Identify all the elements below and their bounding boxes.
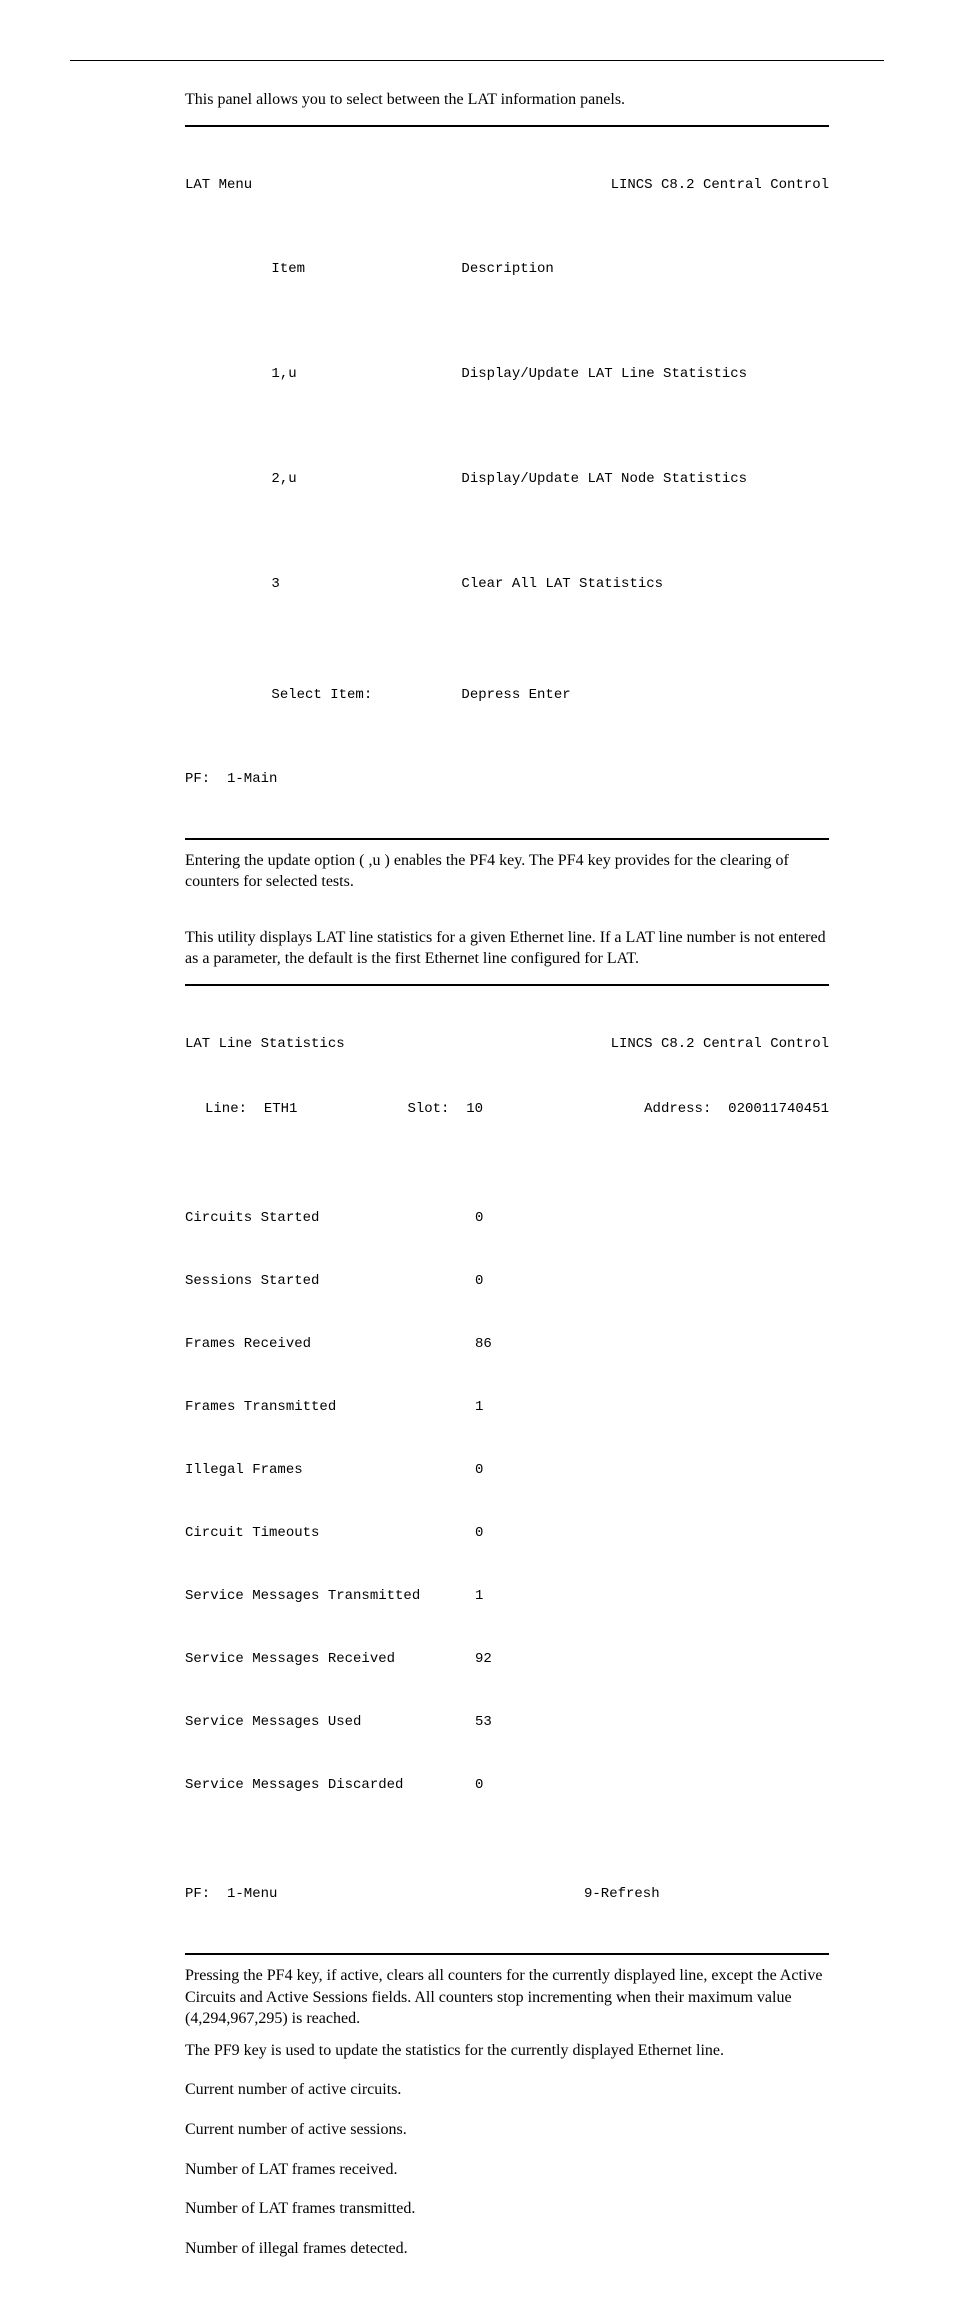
stat-row-3: Frames Transmitted1: [185, 1397, 829, 1418]
stat-row-8: Service Messages Used53: [185, 1712, 829, 1733]
stat-value-8: 53: [475, 1712, 555, 1733]
panel1-item-0: 1,u: [271, 364, 461, 385]
panel1-title-left: LAT Menu: [185, 175, 252, 196]
panel2-title-left: LAT Line Statistics: [185, 1034, 345, 1055]
definition-2: Number of LAT frames received.: [185, 2159, 829, 2181]
panel1-head-desc: Description: [461, 261, 553, 277]
panel1-row-0: 1,uDisplay/Update LAT Line Statistics: [185, 343, 829, 406]
stat-value-5: 0: [475, 1523, 555, 1544]
stat-row-0: Circuits Started0: [185, 1208, 829, 1229]
stat-value-2: 86: [475, 1334, 555, 1355]
stat-label-7: Service Messages Received: [185, 1649, 475, 1670]
panel1-title-right: LINCS C8.2 Central Control: [611, 175, 829, 196]
panel2-addr-value: 020011740451: [728, 1101, 829, 1117]
panel2-title-right: LINCS C8.2 Central Control: [611, 1034, 829, 1055]
panel1-item-2: 3: [271, 574, 461, 595]
stat-label-2: Frames Received: [185, 1334, 475, 1355]
definition-4: Number of illegal frames detected.: [185, 2238, 829, 2260]
panel2-slot-value: 10: [466, 1101, 483, 1117]
stat-row-5: Circuit Timeouts0: [185, 1523, 829, 1544]
stat-value-0: 0: [475, 1208, 555, 1229]
stat-label-3: Frames Transmitted: [185, 1397, 475, 1418]
definition-3: Number of LAT frames transmitted.: [185, 2198, 829, 2220]
panel2-addr-label: Address:: [644, 1101, 711, 1117]
panel2-slot-label: Slot:: [407, 1101, 449, 1117]
stat-value-4: 0: [475, 1460, 555, 1481]
stat-row-1: Sessions Started0: [185, 1271, 829, 1292]
stat-label-4: Illegal Frames: [185, 1460, 475, 1481]
stat-row-4: Illegal Frames0: [185, 1460, 829, 1481]
stat-value-6: 1: [475, 1586, 555, 1607]
panel1-row-1: 2,uDisplay/Update LAT Node Statistics: [185, 448, 829, 511]
stat-label-5: Circuit Timeouts: [185, 1523, 475, 1544]
stat-label-6: Service Messages Transmitted: [185, 1586, 475, 1607]
lat-line-stats-panel: LAT Line Statistics LINCS C8.2 Central C…: [185, 984, 829, 1955]
stat-value-9: 0: [475, 1775, 555, 1796]
stat-row-9: Service Messages Discarded0: [185, 1775, 829, 1796]
stat-label-0: Circuits Started: [185, 1208, 475, 1229]
panel2-line-value: ETH1: [264, 1101, 298, 1117]
panel2-pf-right: 9-Refresh: [584, 1884, 829, 1905]
panel2-pf-left: PF: 1-Menu: [185, 1884, 277, 1905]
panel1-select-label: Select Item:: [271, 685, 461, 706]
stat-label-8: Service Messages Used: [185, 1712, 475, 1733]
top-rule: [70, 60, 884, 61]
definition-0: Current number of active circuits.: [185, 2079, 829, 2101]
definition-1: Current number of active sessions.: [185, 2119, 829, 2141]
panel1-head-item: Item: [271, 259, 461, 280]
after-panel2-b: The PF9 key is used to update the statis…: [185, 2040, 829, 2062]
panel1-desc-2: Clear All LAT Statistics: [461, 576, 663, 592]
stat-row-7: Service Messages Received92: [185, 1649, 829, 1670]
panel1-desc-1: Display/Update LAT Node Statistics: [461, 471, 747, 487]
after-panel1-text: Entering the update option ( ,u ) enable…: [185, 850, 829, 893]
intro-text: This panel allows you to select between …: [185, 89, 829, 111]
stat-row-2: Frames Received86: [185, 1334, 829, 1355]
lat-menu-panel: LAT Menu LINCS C8.2 Central Control Item…: [185, 125, 829, 840]
page-content: This panel allows you to select between …: [185, 89, 829, 2259]
panel1-desc-0: Display/Update LAT Line Statistics: [461, 366, 747, 382]
stat-value-3: 1: [475, 1397, 555, 1418]
stat-value-1: 0: [475, 1271, 555, 1292]
panel1-select-action: Depress Enter: [461, 687, 570, 703]
before-panel2-text: This utility displays LAT line statistic…: [185, 927, 829, 970]
stat-label-1: Sessions Started: [185, 1271, 475, 1292]
stat-label-9: Service Messages Discarded: [185, 1775, 475, 1796]
panel1-item-1: 2,u: [271, 469, 461, 490]
panel2-line-label: Line:: [205, 1101, 247, 1117]
after-panel2-a: Pressing the PF4 key, if active, clears …: [185, 1965, 829, 2030]
panel1-pf: PF: 1-Main: [185, 769, 829, 790]
panel1-row-2: 3Clear All LAT Statistics: [185, 553, 829, 616]
stat-row-6: Service Messages Transmitted1: [185, 1586, 829, 1607]
stat-value-7: 92: [475, 1649, 555, 1670]
